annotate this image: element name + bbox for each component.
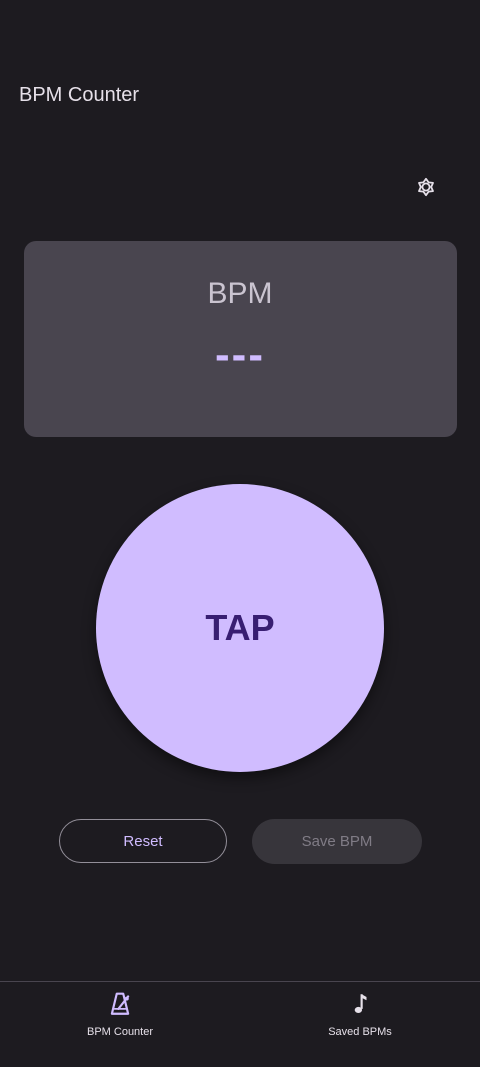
bpm-value: --- — [215, 330, 265, 379]
nav-item-saved-bpms[interactable]: Saved BPMs — [280, 990, 440, 1050]
save-bpm-button[interactable]: Save BPM — [252, 819, 422, 864]
save-bpm-button-label: Save BPM — [301, 833, 373, 850]
metronome-icon — [106, 990, 134, 1018]
nav-label-saved-bpms: Saved BPMs — [328, 1026, 392, 1038]
app-title: BPM Counter — [19, 84, 140, 106]
tap-button-label: TAP — [205, 607, 275, 648]
nav-label-bpm-counter: BPM Counter — [86, 1026, 154, 1038]
nav-item-bpm-counter[interactable]: BPM Counter — [40, 990, 200, 1050]
bpm-label: BPM — [207, 277, 273, 310]
theme-toggle-button[interactable] — [408, 169, 444, 205]
reset-button-label: Reset — [123, 832, 163, 850]
music-note-icon — [346, 990, 374, 1018]
tap-button[interactable]: TAP — [96, 484, 384, 772]
reset-button[interactable]: Reset — [59, 819, 227, 863]
brightness-icon — [418, 177, 434, 197]
bottom-navigation: BPM Counter Saved BPMs — [0, 981, 480, 1067]
